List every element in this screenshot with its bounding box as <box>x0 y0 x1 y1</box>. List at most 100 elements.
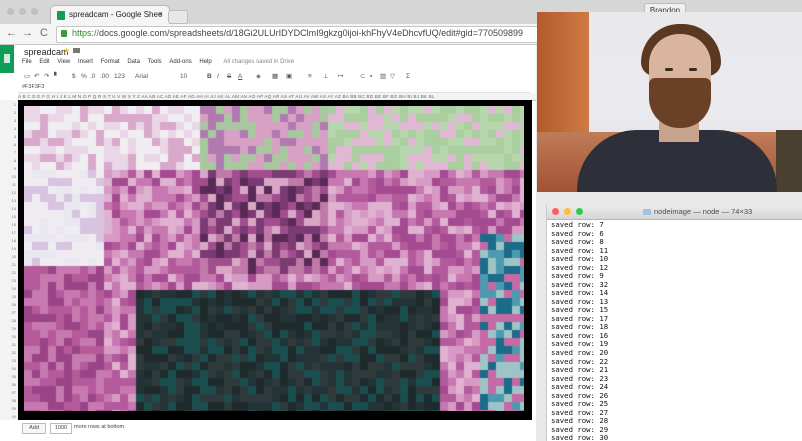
add-rows-count-input[interactable]: 1000 <box>50 423 72 434</box>
menu-help[interactable]: Help <box>199 59 211 65</box>
functions-button[interactable]: Σ <box>406 71 410 83</box>
menu-tools[interactable]: Tools <box>148 59 162 65</box>
row-number[interactable]: 38 <box>0 398 16 403</box>
menu-format[interactable]: Format <box>101 59 120 65</box>
row-number[interactable]: 31 <box>0 342 16 347</box>
row-number[interactable]: 2 <box>0 110 16 115</box>
star-icon[interactable]: ★ <box>63 46 70 55</box>
menu-edit[interactable]: Edit <box>39 59 49 65</box>
currency-button[interactable]: $ <box>72 71 76 83</box>
row-number[interactable]: 3 <box>0 118 16 123</box>
font-select[interactable]: Arial <box>135 71 148 83</box>
italic-button[interactable]: I <box>217 71 219 83</box>
menu-view[interactable]: View <box>57 59 70 65</box>
menu-data[interactable]: Data <box>127 59 140 65</box>
font-size-select[interactable]: 10 <box>180 71 187 83</box>
reload-icon[interactable]: C <box>40 27 48 40</box>
insert-link-icon[interactable]: ⊂ <box>360 71 365 83</box>
print-icon[interactable]: ▭ <box>24 71 30 83</box>
row-number[interactable]: 32 <box>0 350 16 355</box>
add-rows-button[interactable]: Add <box>22 423 46 434</box>
row-number[interactable]: 26 <box>0 302 16 307</box>
row-number[interactable]: 9 <box>0 166 16 171</box>
window-minimize-button[interactable] <box>19 8 26 15</box>
text-wrap-icon[interactable]: ↦ <box>338 71 343 83</box>
align-left-icon[interactable]: ≡ <box>308 71 312 83</box>
row-number[interactable]: 5 <box>0 134 16 139</box>
insert-chart-icon[interactable]: ▥ <box>380 71 386 83</box>
menu-file[interactable]: File <box>22 59 32 65</box>
terminal-minimize-button[interactable] <box>564 208 571 215</box>
row-number[interactable]: 29 <box>0 326 16 331</box>
row-number[interactable]: 23 <box>0 278 16 283</box>
undo-icon[interactable]: ↶ <box>34 71 39 83</box>
paint-format-icon[interactable]: ▘ <box>54 71 59 83</box>
terminal-zoom-button[interactable] <box>576 208 583 215</box>
row-number[interactable]: 30 <box>0 334 16 339</box>
row-number[interactable]: 13 <box>0 198 16 203</box>
document-title[interactable]: spreadcam <box>24 47 69 57</box>
window-close-button[interactable] <box>7 8 14 15</box>
address-bar[interactable]: https://docs.google.com/spreadsheets/d/1… <box>56 26 538 43</box>
row-number[interactable]: 14 <box>0 206 16 211</box>
fill-color-icon[interactable]: ◈ <box>256 71 261 83</box>
filter-icon[interactable]: ▽ <box>390 71 395 83</box>
formula-bar[interactable]: #F3F3F3 <box>18 83 530 93</box>
forward-arrow-icon[interactable]: → <box>22 27 33 40</box>
folder-icon[interactable] <box>73 48 80 53</box>
number-format-button[interactable]: 123 <box>114 71 125 83</box>
new-tab-button[interactable] <box>168 10 188 24</box>
row-number[interactable]: 40 <box>0 414 16 419</box>
increase-decimals-button[interactable]: .00 <box>100 71 109 83</box>
merge-cells-icon[interactable]: ▣ <box>286 71 292 83</box>
row-number[interactable]: 37 <box>0 390 16 395</box>
row-number[interactable]: 20 <box>0 254 16 259</box>
row-number[interactable]: 17 <box>0 230 16 235</box>
row-number[interactable]: 6 <box>0 142 16 147</box>
row-number[interactable]: 36 <box>0 382 16 387</box>
row-number[interactable]: 10 <box>0 174 16 179</box>
row-number[interactable]: 1 <box>0 102 16 107</box>
row-number[interactable]: 11 <box>0 182 16 187</box>
sheets-app: spreadcam ★ File Edit View Insert Format… <box>0 45 536 441</box>
row-number[interactable]: 28 <box>0 318 16 323</box>
terminal-title-bar[interactable]: nodeimage — node — 74×33 <box>547 205 802 220</box>
row-number[interactable]: 22 <box>0 270 16 275</box>
row-number[interactable]: 33 <box>0 358 16 363</box>
insert-comment-icon[interactable]: ▪ <box>370 71 372 83</box>
row-number[interactable]: 21 <box>0 262 16 267</box>
back-arrow-icon[interactable]: ← <box>6 27 17 40</box>
row-number[interactable]: 34 <box>0 366 16 371</box>
row-number[interactable]: 24 <box>0 286 16 291</box>
row-number[interactable]: 12 <box>0 190 16 195</box>
cell-pixel-image <box>24 106 524 411</box>
row-number[interactable]: 35 <box>0 374 16 379</box>
text-color-button[interactable]: A <box>238 71 242 83</box>
terminal-close-button[interactable] <box>552 208 559 215</box>
row-number[interactable]: 15 <box>0 214 16 219</box>
strikethrough-button[interactable]: S <box>227 71 231 83</box>
vertical-align-icon[interactable]: ⊥ <box>323 71 329 83</box>
percent-button[interactable]: % <box>81 71 87 83</box>
row-number[interactable]: 16 <box>0 222 16 227</box>
row-number[interactable]: 8 <box>0 158 16 163</box>
sheets-home-button[interactable] <box>0 45 14 73</box>
borders-icon[interactable]: ▦ <box>272 71 278 83</box>
decrease-decimals-button[interactable]: .0 <box>90 71 95 83</box>
row-number[interactable]: 39 <box>0 406 16 411</box>
row-number[interactable]: 18 <box>0 238 16 243</box>
pixelated-webcam-grid[interactable] <box>18 100 532 420</box>
menu-insert[interactable]: Insert <box>78 59 93 65</box>
row-number[interactable]: 19 <box>0 246 16 251</box>
terminal-window[interactable]: nodeimage — node — 74×33 saved row: 7 sav… <box>546 205 802 441</box>
row-number[interactable]: 25 <box>0 294 16 299</box>
window-zoom-button[interactable] <box>31 8 38 15</box>
menu-add-ons[interactable]: Add-ons <box>169 59 191 65</box>
tab-close-icon[interactable]: × <box>158 9 163 19</box>
row-number[interactable]: 27 <box>0 310 16 315</box>
row-number[interactable]: 4 <box>0 126 16 131</box>
tab-spreadcam[interactable]: spreadcam - Google Shee × <box>50 5 170 25</box>
bold-button[interactable]: B <box>207 71 212 83</box>
redo-icon[interactable]: ↷ <box>44 71 49 83</box>
row-number[interactable]: 7 <box>0 150 16 155</box>
